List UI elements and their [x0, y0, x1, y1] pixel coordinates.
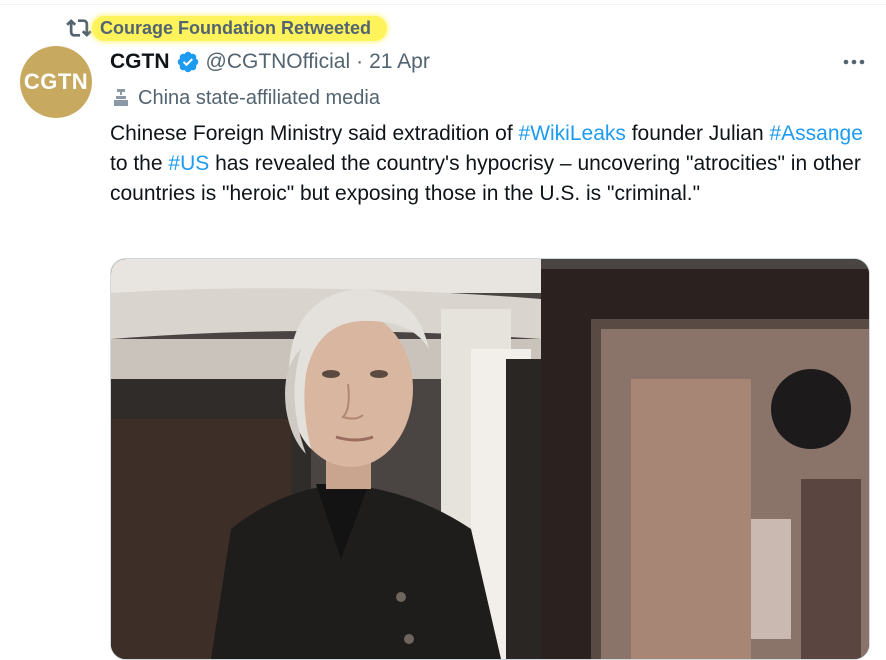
- tweet-text: Chinese Foreign Ministry said extraditio…: [110, 119, 870, 209]
- hashtag-link-us[interactable]: #US: [168, 152, 209, 175]
- retweet-highlight: Courage Foundation Retweeted: [92, 15, 388, 41]
- avatar-text: CGTN: [23, 69, 89, 94]
- podium-icon: [110, 87, 132, 109]
- hashtag-link-wikileaks[interactable]: #WikiLeaks: [519, 122, 626, 145]
- photo-image: [111, 259, 869, 659]
- retweet-icon: [66, 15, 92, 41]
- avatar[interactable]: CGTN: [20, 46, 92, 118]
- verified-badge-icon: [176, 50, 200, 74]
- tweet-header: CGTN @CGTNOfficial · 21 Apr: [110, 48, 430, 76]
- header-separator: ·: [356, 50, 364, 73]
- retweet-label[interactable]: Courage Foundation Retweeted: [100, 18, 371, 38]
- tweet-date[interactable]: 21 Apr: [369, 50, 430, 74]
- more-options-icon[interactable]: [842, 52, 866, 72]
- tweet-media[interactable]: [110, 258, 870, 660]
- affiliation-label: China state-affiliated media: [138, 86, 380, 109]
- tweet-text-segment: founder Julian: [625, 122, 770, 145]
- tweet-text-segment: Chinese Foreign Ministry said extraditio…: [110, 122, 519, 145]
- display-name[interactable]: CGTN: [110, 50, 170, 74]
- handle[interactable]: @CGTNOfficial: [206, 50, 351, 74]
- tweet-text-segment: to the: [110, 152, 169, 175]
- affiliation-label-row[interactable]: China state-affiliated media: [110, 84, 380, 112]
- hashtag-link-assange[interactable]: #Assange: [770, 122, 863, 145]
- tweet-text-segment: has revealed the country's hypocrisy – u…: [110, 152, 861, 205]
- top-divider: [0, 4, 886, 5]
- social-context[interactable]: Courage Foundation Retweeted: [66, 14, 388, 42]
